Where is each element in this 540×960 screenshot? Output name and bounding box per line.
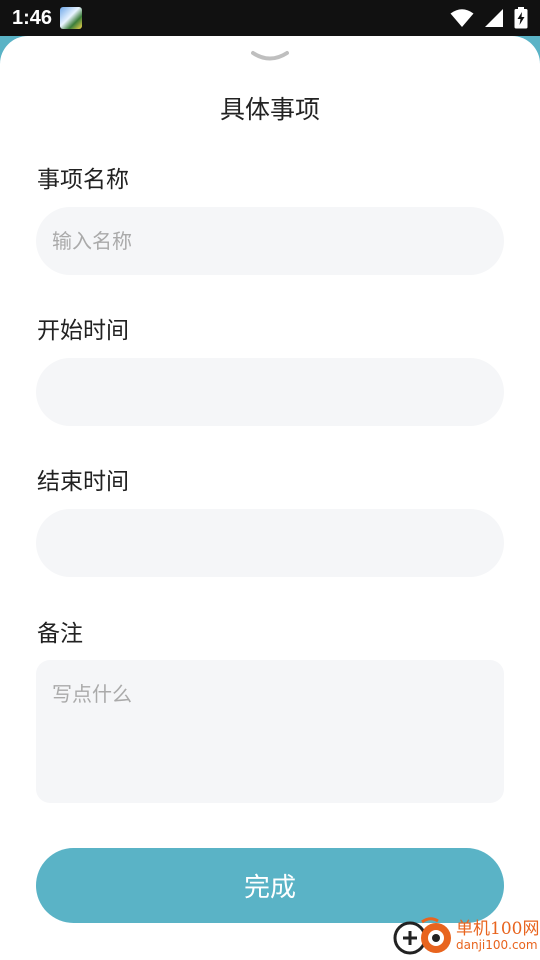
wifi-icon [450,9,474,27]
watermark: 单机100网 danji100.com [392,912,540,960]
end-time-label: 结束时间 [37,469,129,495]
start-time-input[interactable] [36,358,504,426]
name-input[interactable] [36,207,504,275]
watermark-logo-icon [393,917,451,955]
name-label: 事项名称 [37,167,129,193]
chevron-down-icon[interactable] [251,50,289,64]
status-icons [450,7,528,29]
watermark-name: 单机100网 [456,918,540,939]
sheet-title: 具体事项 [219,95,320,124]
bottom-sheet: 具体事项 事项名称 开始时间 结束时间 备注 完成 [0,36,540,960]
battery-charging-icon [514,7,528,29]
app-notification-icon [60,7,83,29]
cellular-signal-icon [485,9,503,27]
note-textarea[interactable] [36,660,504,803]
watermark-text: 单机100网 danji100.com [456,918,540,952]
start-time-label: 开始时间 [37,318,129,344]
status-time: 1:46 [12,6,53,29]
end-time-input[interactable] [36,509,504,577]
note-label: 备注 [37,621,83,647]
status-bar: 1:46 [0,0,540,36]
watermark-url: danji100.com [456,937,538,952]
